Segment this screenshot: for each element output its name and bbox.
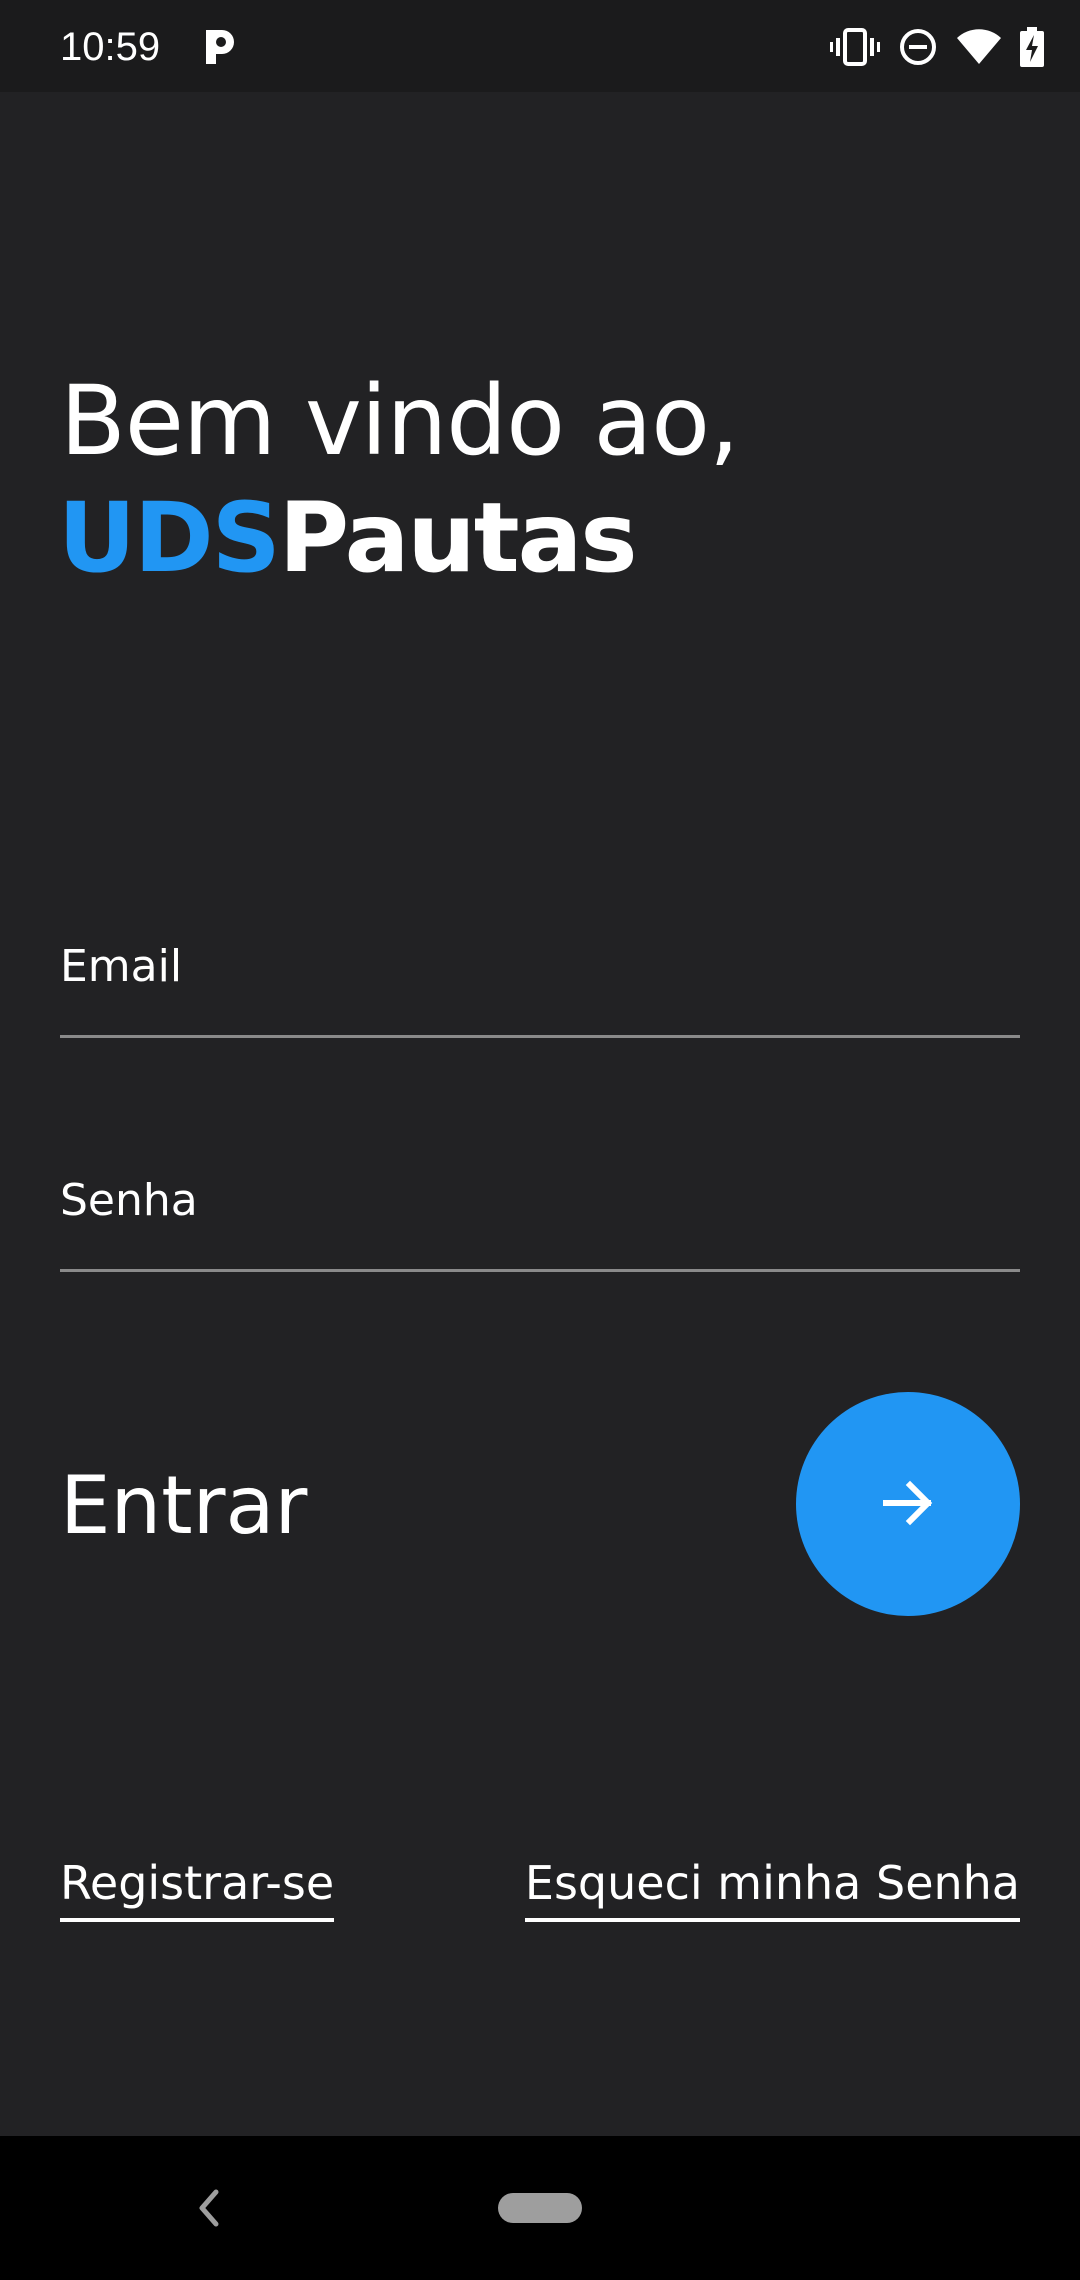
- status-icons: [830, 22, 1044, 72]
- register-link[interactable]: Registrar-se: [60, 1856, 335, 1922]
- arrow-right-icon: [880, 1475, 936, 1534]
- status-time: 10:59: [60, 25, 161, 69]
- status-bar: 10:59: [0, 0, 1080, 92]
- email-input[interactable]: [60, 930, 1020, 1026]
- enter-button[interactable]: [796, 1392, 1020, 1616]
- password-field[interactable]: Senha: [60, 1164, 1020, 1274]
- login-screen: 10:59 Bem vindo ao, UDSPautas Email Senh…: [0, 0, 1080, 2280]
- vibrate-icon: [830, 27, 880, 67]
- battery-charging-icon: [1020, 27, 1044, 67]
- home-pill[interactable]: [498, 2193, 582, 2223]
- email-field[interactable]: Email: [60, 930, 1020, 1040]
- brand-accent-text: UDS: [58, 482, 281, 594]
- navigation-bar: [0, 2136, 1080, 2280]
- back-chevron-icon[interactable]: [190, 2182, 226, 2234]
- email-underline: [60, 1035, 1020, 1038]
- p-app-icon: [202, 28, 236, 66]
- welcome-heading: Bem vindo ao,: [60, 365, 740, 477]
- brand-title: UDSPautas: [58, 482, 638, 594]
- enter-label: Entrar: [60, 1459, 308, 1552]
- forgot-password-link[interactable]: Esqueci minha Senha: [524, 1856, 1020, 1922]
- password-underline: [60, 1269, 1020, 1272]
- do-not-disturb-icon: [898, 27, 938, 67]
- brand-rest-text: Pautas: [278, 482, 638, 594]
- password-input[interactable]: [60, 1164, 1020, 1260]
- wifi-icon: [956, 28, 1002, 66]
